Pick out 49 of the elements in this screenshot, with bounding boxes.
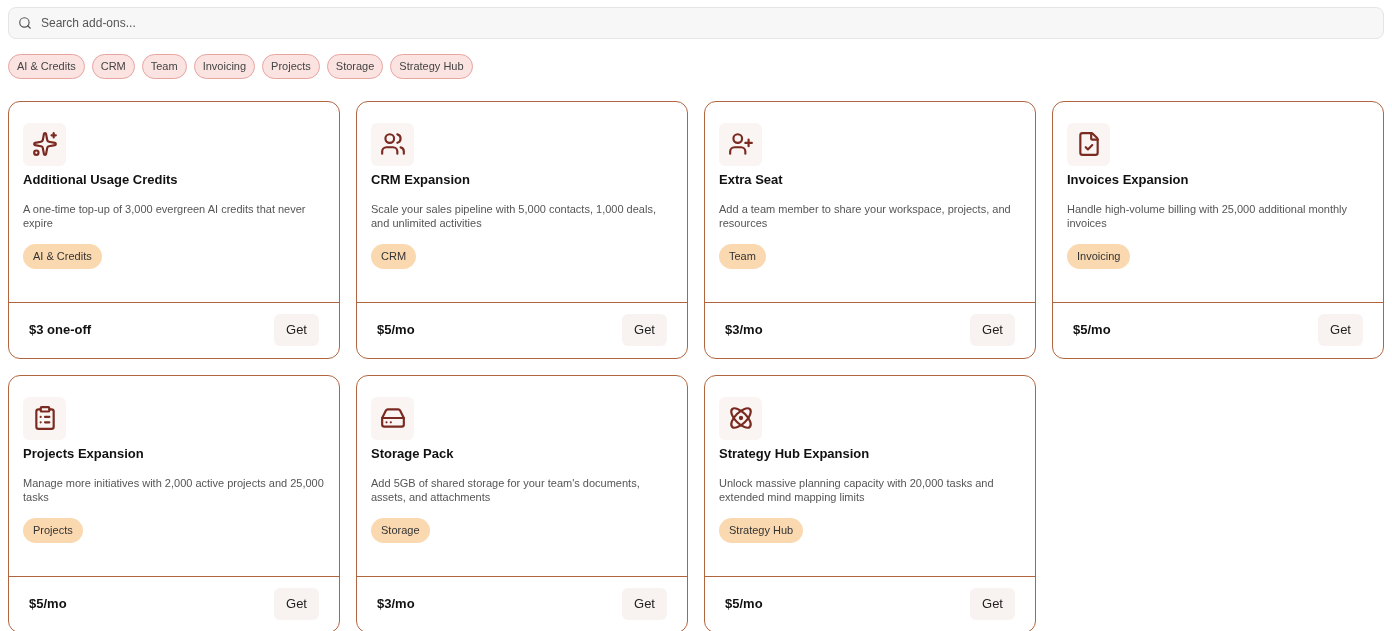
get-button[interactable]: Get [622,314,667,346]
category-tag: CRM [371,244,417,269]
filter-chip[interactable]: Strategy Hub [390,54,473,79]
get-button[interactable]: Get [274,314,319,346]
price: $3/mo [377,595,415,614]
addon-title: Strategy Hub Expansion [719,444,870,463]
drive-icon [379,405,406,431]
atom-icon [727,405,754,431]
addon-description: Scale your sales pipeline with 5,000 contacts, 1,000 deals, and unlimited activities [371,202,657,230]
person-plus-icon [727,131,754,157]
price: $5/mo [1073,321,1111,340]
addon-description: Add a team member to share your workspace, projects, and resources [719,202,1012,230]
addon-title: CRM Expansion [371,170,470,189]
people-icon [379,131,406,157]
get-button[interactable]: Get [1318,314,1363,346]
addon-description: A one-time top-up of 3,000 evergreen AI credits that never expire [23,202,307,230]
addon-title: Additional Usage Credits [23,170,178,189]
price: $5/mo [377,321,415,340]
addon-description: Handle high-volume billing with 25,000 additional monthly invoices [1067,202,1349,230]
price: $3/mo [725,321,763,340]
category-tag: Storage [371,518,430,543]
search-field[interactable]: Search add-ons... [8,7,1384,39]
category-tag: Team [719,244,766,269]
category-tag: Invoicing [1067,244,1131,269]
sparkles-icon [31,131,58,157]
get-button[interactable]: Get [970,588,1015,620]
search-icon [18,16,32,30]
filter-chip[interactable]: Team [141,54,187,79]
addon-description: Manage more initiatives with 2,000 active projects and 25,000 tasks [23,476,325,504]
get-button[interactable]: Get [970,314,1015,346]
get-button[interactable]: Get [274,588,319,620]
addon-title: Extra Seat [719,170,783,189]
filter-chip[interactable]: AI & Credits [8,54,85,79]
price: $3 one-off [29,321,92,340]
addon-description: Add 5GB of shared storage for your team's documents, assets, and attachments [371,476,641,504]
price: $5/mo [29,595,67,614]
get-button[interactable]: Get [622,588,667,620]
category-tag: AI & Credits [23,244,102,269]
addon-title: Invoices Expansion [1067,170,1189,189]
filter-chip[interactable]: CRM [91,54,135,79]
category-tag: Strategy Hub [719,518,804,543]
addon-title: Storage Pack [371,444,454,463]
filter-chip[interactable]: Projects [262,54,320,79]
price: $5/mo [725,595,763,614]
filter-chip[interactable]: Invoicing [193,54,256,79]
category-tag: Projects [23,518,83,543]
addon-description: Unlock massive planning capacity with 20,000 tasks and extended mind mapping limits [719,476,995,504]
addon-title: Projects Expansion [23,444,144,463]
filter-chip[interactable]: Storage [326,54,384,79]
